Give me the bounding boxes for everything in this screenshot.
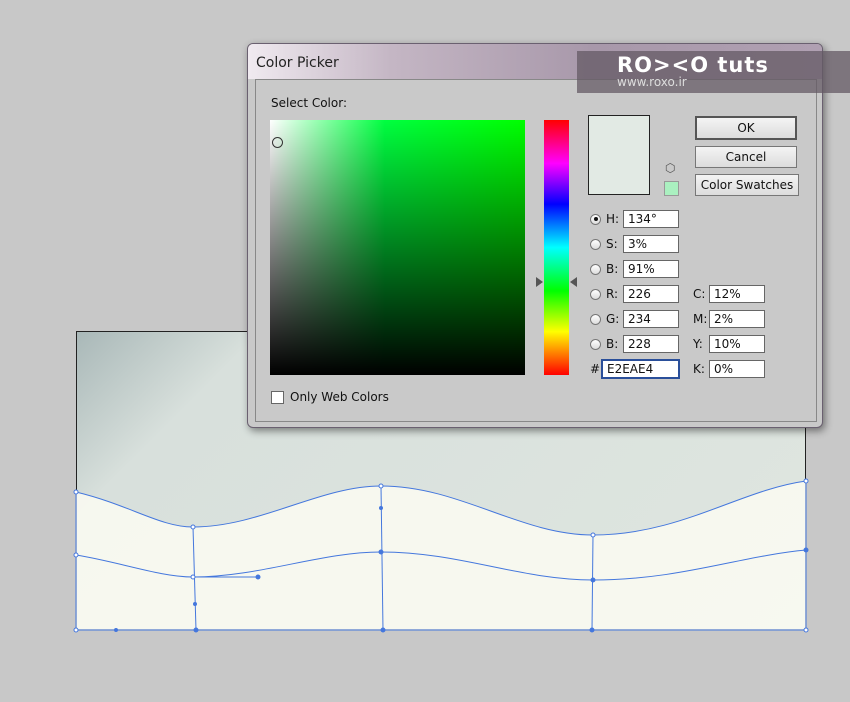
wave-paths[interactable] bbox=[70, 470, 815, 640]
color-preview-swatch bbox=[588, 115, 650, 195]
hue-slider-handle-left[interactable] bbox=[536, 277, 543, 287]
saturation-row: S: 3% bbox=[590, 235, 680, 253]
field-label: R: bbox=[606, 287, 619, 301]
field-label: G: bbox=[606, 312, 620, 326]
magenta-input[interactable]: 2% bbox=[709, 310, 765, 328]
ok-button[interactable]: OK bbox=[695, 116, 797, 140]
hue-slider[interactable] bbox=[544, 120, 569, 375]
field-label: B: bbox=[606, 262, 619, 276]
cyan-input[interactable]: 12% bbox=[709, 285, 765, 303]
cancel-button[interactable]: Cancel bbox=[695, 146, 797, 168]
hue-input[interactable]: 134° bbox=[623, 210, 679, 228]
hue-slider-handle-right[interactable] bbox=[570, 277, 577, 287]
color-field[interactable] bbox=[270, 120, 525, 375]
blue-radio[interactable] bbox=[590, 338, 601, 350]
field-label: C: bbox=[693, 287, 706, 301]
watermark-brand: RO><O tuts bbox=[617, 53, 769, 77]
hue-radio[interactable] bbox=[590, 213, 601, 225]
hex-row: # E2EAE4 bbox=[590, 359, 680, 379]
green-input[interactable]: 234 bbox=[623, 310, 679, 328]
red-radio[interactable] bbox=[590, 288, 601, 300]
cyan-row: C: 12% bbox=[693, 285, 765, 303]
yellow-row: Y: 10% bbox=[693, 335, 765, 353]
field-label: K: bbox=[693, 362, 705, 376]
only-web-colors-label: Only Web Colors bbox=[290, 390, 389, 404]
watermark-url: www.roxo.ir bbox=[617, 75, 687, 89]
blue-row: B: 228 bbox=[590, 335, 680, 353]
hex-input[interactable]: E2EAE4 bbox=[601, 359, 680, 379]
green-row: G: 234 bbox=[590, 310, 680, 328]
saturation-radio[interactable] bbox=[590, 238, 601, 250]
brightness-row: B: 91% bbox=[590, 260, 680, 278]
field-label: H: bbox=[606, 212, 620, 226]
field-label: M: bbox=[693, 312, 708, 326]
cube-icon[interactable]: ⬡ bbox=[665, 161, 675, 175]
green-radio[interactable] bbox=[590, 313, 601, 325]
color-swatches-button[interactable]: Color Swatches bbox=[695, 174, 799, 196]
red-input[interactable]: 226 bbox=[623, 285, 679, 303]
blue-input[interactable]: 228 bbox=[623, 335, 679, 353]
color-selector-circle[interactable] bbox=[272, 137, 283, 148]
black-row: K: 0% bbox=[693, 360, 765, 378]
only-web-colors-option[interactable]: Only Web Colors bbox=[271, 390, 389, 404]
field-label: Y: bbox=[693, 337, 703, 351]
field-label: S: bbox=[606, 237, 618, 251]
hash-label: # bbox=[590, 362, 601, 376]
saturation-input[interactable]: 3% bbox=[623, 235, 679, 253]
only-web-colors-checkbox[interactable] bbox=[271, 390, 284, 404]
hue-row: H: 134° bbox=[590, 210, 680, 228]
select-color-label: Select Color: bbox=[271, 96, 347, 110]
dialog-title: Color Picker bbox=[256, 55, 339, 71]
field-label: B: bbox=[606, 337, 619, 351]
brightness-input[interactable]: 91% bbox=[623, 260, 679, 278]
black-input[interactable]: 0% bbox=[709, 360, 765, 378]
magenta-row: M: 2% bbox=[693, 310, 765, 328]
red-row: R: 226 bbox=[590, 285, 680, 303]
watermark: RO><O tuts www.roxo.ir bbox=[577, 51, 850, 93]
brightness-radio[interactable] bbox=[590, 263, 601, 275]
gamut-color-swatch[interactable] bbox=[664, 181, 679, 196]
yellow-input[interactable]: 10% bbox=[709, 335, 765, 353]
